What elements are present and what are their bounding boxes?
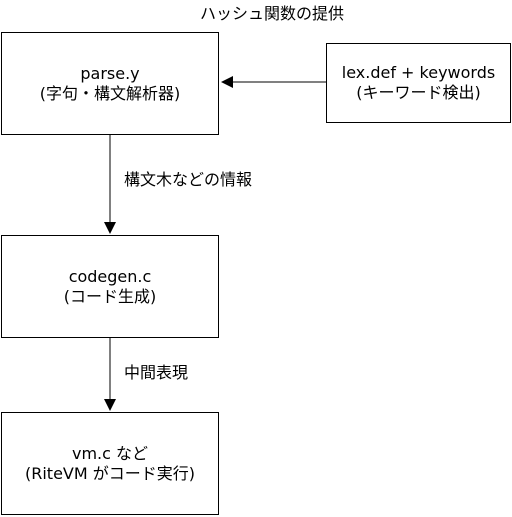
node-lexdef: lex.def + keywords (キーワード検出) bbox=[326, 43, 511, 123]
edge-label-codegen-to-vm: 中間表現 bbox=[124, 363, 189, 382]
node-codegen: codegen.c (コード生成) bbox=[1, 235, 219, 338]
node-vm-desc: (RiteVM がコード実行) bbox=[24, 463, 195, 483]
edge-label-parser-to-codegen: 構文木などの情報 bbox=[124, 170, 253, 189]
node-vm-name: vm.c など bbox=[71, 443, 149, 463]
node-vm: vm.c など (RiteVM がコード実行) bbox=[1, 412, 219, 515]
arrowhead-parser-to-codegen bbox=[104, 222, 116, 234]
arrowhead-lexdef-to-parser bbox=[221, 76, 233, 88]
arrowhead-codegen-to-vm bbox=[104, 399, 116, 411]
node-lexdef-desc: (キーワード検出) bbox=[356, 83, 481, 102]
node-lexdef-name: lex.def + keywords bbox=[341, 63, 496, 82]
node-parser: parse.y (字句・構文解析器) bbox=[1, 32, 219, 135]
node-codegen-name: codegen.c bbox=[68, 266, 152, 286]
node-parser-desc: (字句・構文解析器) bbox=[39, 83, 181, 103]
node-parser-name: parse.y bbox=[80, 63, 140, 83]
node-codegen-desc: (コード生成) bbox=[63, 286, 157, 306]
